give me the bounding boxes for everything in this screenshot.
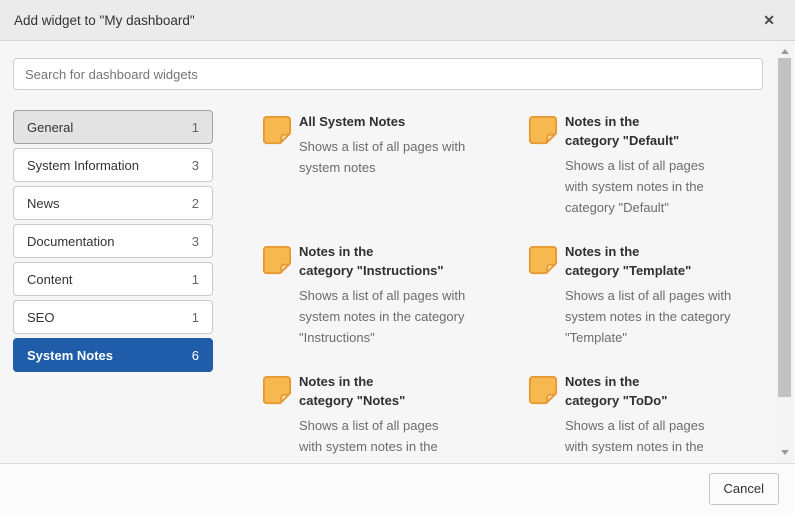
sidebar-item-system-notes[interactable]: System Notes 6 [13,338,213,372]
widget-title: Notes in the category "Template" [565,242,731,280]
sidebar-item-count: 1 [192,310,199,325]
widget-title: Notes in the category "Default" [565,112,704,150]
sidebar-item-count: 2 [192,196,199,211]
sticky-note-icon [262,375,292,405]
sidebar-item-documentation[interactable]: Documentation 3 [13,224,213,258]
sticky-note-icon [528,245,558,275]
cancel-button[interactable]: Cancel [709,473,779,505]
sidebar-item-news[interactable]: News 2 [13,186,213,220]
widget-description: Shows a list of all pages with system no… [565,285,731,348]
scrollbar-thumb[interactable] [778,58,791,397]
widget-description: Shows a list of all pages with system no… [299,415,438,463]
sidebar-item-count: 1 [192,272,199,287]
modal-body: General 1 System Information 3 News 2 Do… [0,41,795,463]
modal-title: Add widget to "My dashboard" [14,13,195,28]
sidebar-item-count: 3 [192,158,199,173]
scrollbar[interactable] [776,41,793,463]
widget-title: All System Notes [299,112,465,131]
sidebar-item-label: SEO [27,310,54,325]
sidebar-item-label: System Notes [27,348,113,363]
widget-description: Shows a list of all pages with system no… [565,415,704,463]
sticky-note-icon [528,115,558,145]
widget-card-notes-instructions[interactable]: Notes in the category "Instructions" Sho… [262,242,528,372]
sidebar-item-seo[interactable]: SEO 1 [13,300,213,334]
modal-footer: Cancel [0,463,795,513]
widget-grid: All System Notes Shows a list of all pag… [262,112,768,463]
close-icon: ✕ [763,12,775,28]
widget-title: Notes in the category "ToDo" [565,372,704,410]
sidebar-item-label: System Information [27,158,139,173]
sticky-note-icon [262,115,292,145]
sidebar-item-count: 3 [192,234,199,249]
sidebar-item-label: News [27,196,60,211]
widget-title: Notes in the category "Instructions" [299,242,465,280]
widget-card-notes-notes[interactable]: Notes in the category "Notes" Shows a li… [262,372,528,463]
sidebar-item-count: 1 [192,120,199,135]
add-widget-modal: Add widget to "My dashboard" ✕ General 1… [0,0,795,513]
sidebar-item-content[interactable]: Content 1 [13,262,213,296]
scroll-down-icon[interactable] [776,444,793,461]
widget-card-notes-template[interactable]: Notes in the category "Template" Shows a… [528,242,768,372]
widget-description: Shows a list of all pages with system no… [299,285,465,348]
close-button[interactable]: ✕ [757,11,781,29]
category-sidebar: General 1 System Information 3 News 2 Do… [13,110,213,376]
widget-card-notes-todo[interactable]: Notes in the category "ToDo" Shows a lis… [528,372,768,463]
sidebar-item-label: Content [27,272,73,287]
modal-header: Add widget to "My dashboard" ✕ [0,0,795,41]
widget-card-notes-default[interactable]: Notes in the category "Default" Shows a … [528,112,768,242]
sidebar-item-label: Documentation [27,234,114,249]
widget-card-all-system-notes[interactable]: All System Notes Shows a list of all pag… [262,112,528,242]
sidebar-item-system-information[interactable]: System Information 3 [13,148,213,182]
sticky-note-icon [528,375,558,405]
sticky-note-icon [262,245,292,275]
sidebar-item-count: 6 [192,348,199,363]
sidebar-item-general[interactable]: General 1 [13,110,213,144]
sidebar-item-label: General [27,120,73,135]
widget-description: Shows a list of all pages with system no… [299,136,465,178]
widget-title: Notes in the category "Notes" [299,372,438,410]
search-input[interactable] [13,58,763,90]
widget-description: Shows a list of all pages with system no… [565,155,704,218]
